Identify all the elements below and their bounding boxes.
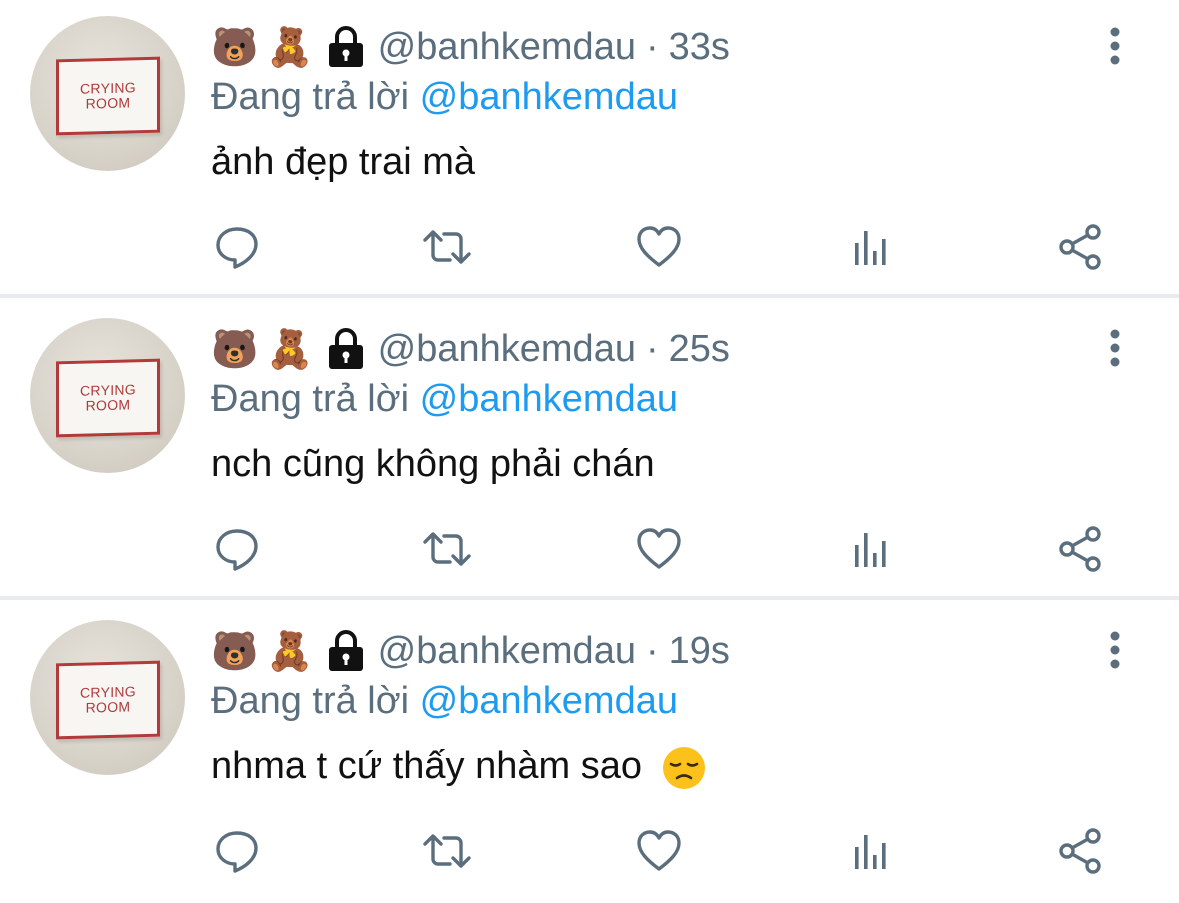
divider <box>0 294 1179 298</box>
share-button[interactable] <box>1056 222 1106 272</box>
reply-button[interactable] <box>212 222 262 272</box>
tweet-header: 🐻 🧸 @banhkemdau · 19s <box>211 626 730 676</box>
teddy-bear-emoji: 🧸 <box>266 327 314 371</box>
analytics-icon <box>855 231 886 265</box>
tweet-timestamp[interactable]: 33s <box>669 22 730 72</box>
tweet-header: 🐻 🧸 @banhkemdau · 25s <box>211 324 730 374</box>
avatar-text-line2: ROOM <box>85 698 131 716</box>
tweet-text: nch cũng không phải chán <box>211 443 655 485</box>
heart-icon <box>637 528 681 569</box>
retweet-button[interactable] <box>422 524 472 574</box>
more-vertical-icon[interactable] <box>1100 26 1130 66</box>
comment-icon <box>216 529 258 571</box>
views-button[interactable] <box>846 222 896 272</box>
avatar-sign: CRYING ROOM <box>56 358 160 438</box>
lock-icon <box>326 25 366 69</box>
retweet-icon <box>423 834 471 868</box>
avatar[interactable]: CRYING ROOM <box>30 16 185 171</box>
tweet-text: nhma t cứ thấy nhàm sao <box>211 745 642 787</box>
replying-to-line: Đang trả lời @banhkemdau <box>211 374 678 424</box>
reply-button[interactable] <box>212 524 262 574</box>
user-handle[interactable]: @banhkemdau <box>378 22 636 72</box>
replying-to-line: Đang trả lời @banhkemdau <box>211 72 678 122</box>
like-button[interactable] <box>634 222 684 272</box>
avatar-text-line2: ROOM <box>85 94 131 112</box>
teddy-bear-emoji: 🧸 <box>266 25 314 69</box>
avatar-text-line2: ROOM <box>85 396 131 414</box>
teddy-bear-emoji: 🧸 <box>266 629 314 673</box>
avatar[interactable]: CRYING ROOM <box>30 318 185 473</box>
avatar-sign: CRYING ROOM <box>56 660 160 740</box>
tweet-item[interactable]: CRYING ROOM 🐻 🧸 @banhkemdau · 33s Đang t… <box>0 0 1179 296</box>
like-button[interactable] <box>634 826 684 876</box>
tweet-timestamp[interactable]: 25s <box>669 324 730 374</box>
tweet-header: 🐻 🧸 @banhkemdau · 33s <box>211 22 730 72</box>
bear-emoji: 🐻 <box>211 327 259 371</box>
user-handle[interactable]: @banhkemdau <box>378 626 636 676</box>
tweet-text: ảnh đẹp trai mà <box>211 141 476 183</box>
replying-prefix: Đang trả lời <box>211 76 410 118</box>
share-icon <box>1059 526 1101 572</box>
lock-icon <box>326 629 366 673</box>
replying-to-mention[interactable]: @banhkemdau <box>420 76 678 118</box>
reply-button[interactable] <box>212 826 262 876</box>
avatar[interactable]: CRYING ROOM <box>30 620 185 775</box>
comment-icon <box>216 831 258 873</box>
more-vertical-icon[interactable] <box>1100 328 1130 368</box>
disappointed-face-icon <box>661 745 707 791</box>
share-icon <box>1059 828 1101 874</box>
bear-emoji: 🐻 <box>211 629 259 673</box>
divider <box>0 596 1179 600</box>
share-icon <box>1059 224 1101 270</box>
tweet-actions <box>0 826 1179 876</box>
analytics-icon <box>855 835 886 869</box>
separator-dot: · <box>645 26 659 68</box>
like-button[interactable] <box>634 524 684 574</box>
heart-icon <box>637 226 681 267</box>
tweet-actions <box>0 222 1179 272</box>
replying-prefix: Đang trả lời <box>211 378 410 420</box>
retweet-button[interactable] <box>422 222 472 272</box>
bear-emoji: 🐻 <box>211 25 259 69</box>
lock-icon <box>326 327 366 371</box>
tweet-actions <box>0 524 1179 574</box>
views-button[interactable] <box>846 524 896 574</box>
share-button[interactable] <box>1056 826 1106 876</box>
avatar-sign: CRYING ROOM <box>56 56 160 136</box>
heart-icon <box>637 830 681 871</box>
tweet-text-container: nhma t cứ thấy nhàm sao <box>211 740 707 792</box>
replying-to-mention[interactable]: @banhkemdau <box>420 378 678 420</box>
retweet-icon <box>423 532 471 566</box>
replying-prefix: Đang trả lời <box>211 680 410 722</box>
separator-dot: · <box>645 630 659 672</box>
share-button[interactable] <box>1056 524 1106 574</box>
analytics-icon <box>855 533 886 567</box>
tweet-item[interactable]: CRYING ROOM 🐻 🧸 @banhkemdau · 19s Đang t… <box>0 604 1179 903</box>
more-vertical-icon[interactable] <box>1100 630 1130 670</box>
retweet-button[interactable] <box>422 826 472 876</box>
tweet-feed: CRYING ROOM 🐻 🧸 @banhkemdau · 33s Đang t… <box>0 0 1179 903</box>
tweet-item[interactable]: CRYING ROOM 🐻 🧸 @banhkemdau · 25s Đang t… <box>0 302 1179 598</box>
comment-icon <box>216 227 258 269</box>
replying-to-line: Đang trả lời @banhkemdau <box>211 676 678 726</box>
retweet-icon <box>423 230 471 264</box>
user-handle[interactable]: @banhkemdau <box>378 324 636 374</box>
replying-to-mention[interactable]: @banhkemdau <box>420 680 678 722</box>
separator-dot: · <box>645 328 659 370</box>
views-button[interactable] <box>846 826 896 876</box>
tweet-timestamp[interactable]: 19s <box>669 626 730 676</box>
